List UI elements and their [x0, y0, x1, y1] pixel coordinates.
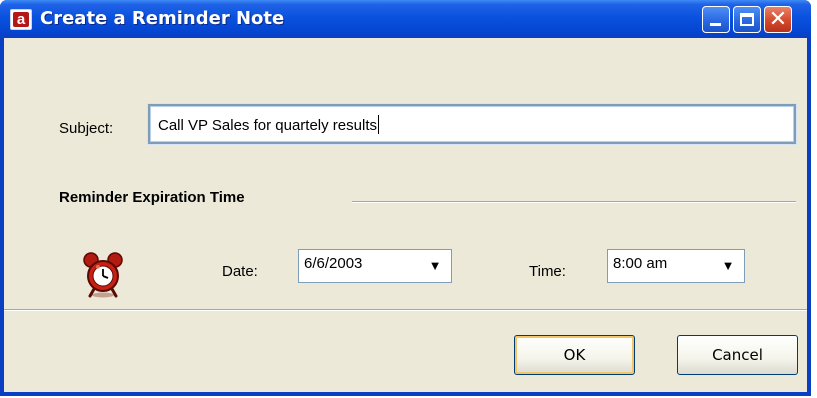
maximize-icon: [740, 13, 754, 26]
close-icon: ✕: [768, 7, 788, 32]
minimize-icon: [710, 23, 721, 26]
window-title: Create a Reminder Note: [40, 8, 285, 29]
chevron-down-icon[interactable]: ▼: [714, 252, 742, 280]
subject-label: Subject:: [59, 120, 114, 137]
title-bar[interactable]: a Create a Reminder Note ✕: [0, 0, 811, 38]
date-label: Date:: [222, 263, 258, 280]
minimize-button[interactable]: [702, 6, 730, 33]
dialog-window: a Create a Reminder Note ✕ Subject: Call…: [0, 0, 811, 396]
subject-input[interactable]: Call VP Sales for quartely results: [148, 104, 796, 144]
app-icon[interactable]: a: [10, 9, 32, 30]
text-caret: [378, 115, 379, 134]
alarm-clock-icon: [83, 252, 123, 298]
footer-divider: [4, 309, 807, 311]
ok-button[interactable]: OK: [514, 335, 635, 375]
date-dropdown[interactable]: 6/6/2003 ▼: [298, 249, 452, 283]
dialog-body: Subject: Call VP Sales for quartely resu…: [4, 38, 807, 392]
app-icon-letter: a: [13, 12, 29, 28]
time-value: 8:00 am: [613, 255, 668, 272]
close-button[interactable]: ✕: [764, 6, 792, 33]
cancel-button[interactable]: Cancel: [677, 335, 798, 375]
subject-value: Call VP Sales for quartely results: [158, 117, 377, 134]
chevron-down-icon[interactable]: ▼: [421, 252, 449, 280]
date-value: 6/6/2003: [304, 255, 363, 272]
maximize-button[interactable]: [733, 6, 761, 33]
time-label: Time:: [529, 263, 566, 280]
section-heading: Reminder Expiration Time: [59, 189, 245, 206]
time-dropdown[interactable]: 8:00 am ▼: [607, 249, 745, 283]
section-divider: [352, 201, 796, 203]
